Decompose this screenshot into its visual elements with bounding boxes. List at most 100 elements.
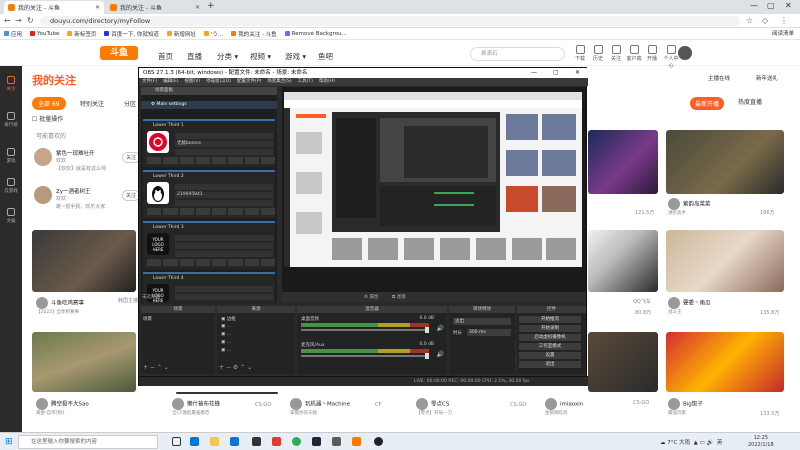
bookmark-item[interactable]: YouTube (30, 31, 59, 37)
stream-thumbnail[interactable] (32, 332, 136, 392)
subtab-all[interactable]: 全部 69 (32, 97, 66, 110)
reading-list[interactable]: 阅读清单 (772, 29, 794, 37)
douyu-icon[interactable] (352, 437, 361, 446)
avatar[interactable] (678, 46, 692, 60)
nav-home[interactable]: 首页 (158, 51, 173, 62)
menu-view[interactable]: 视图(V) (184, 78, 200, 86)
speaker-icon[interactable]: 🔊 (437, 351, 444, 358)
bookmark-item[interactable]: Remove Backgrou... (284, 31, 347, 37)
browser-tab-1[interactable]: 我的关注 - 斗鱼 ✕ (4, 1, 104, 14)
header-broadcast[interactable]: 开播 (644, 45, 660, 62)
text-field[interactable] (175, 133, 273, 139)
source-item[interactable]: ▣ … (221, 324, 231, 329)
new-tab-button[interactable]: + (207, 1, 215, 11)
stream-card-meta[interactable]: 斗鱼吃鸡赛事 【2022】全体积赛事 (36, 297, 84, 315)
sidebar-item-rank[interactable]: 排行榜 (0, 112, 22, 128)
maximize-icon[interactable]: ▢ (553, 68, 559, 78)
batch-operation-button[interactable]: ☐ 批量操作 (32, 114, 63, 123)
app-icon[interactable] (332, 437, 341, 446)
app-icon[interactable] (190, 437, 199, 446)
menu-tools[interactable]: 工具(T) (298, 78, 313, 86)
online-toggle[interactable]: 主播在线 (708, 74, 730, 82)
lower-third-buttons[interactable] (147, 259, 275, 266)
lower-third-panel[interactable]: Lower Third 1 无敌bossss (143, 119, 275, 167)
exit-button[interactable]: 退出 (519, 361, 581, 368)
stream-card-meta[interactable]: imiaoxin 金银铜吃鸡 (545, 398, 583, 416)
source-item[interactable]: ▣ 边框 (221, 316, 236, 322)
sort-latest-button[interactable]: 最新开播 (690, 97, 725, 110)
maximize-icon[interactable]: ▢ (767, 1, 775, 10)
sidebar-item-follow[interactable]: 关注 (0, 76, 22, 92)
subtab-special[interactable]: 特别关注 (74, 97, 110, 110)
menu-docks[interactable]: 停靠窗口(D) (206, 78, 231, 86)
star-icon[interactable]: ☆ (746, 16, 753, 25)
netease-music-icon[interactable] (272, 437, 281, 446)
header-download[interactable]: 下载 (572, 45, 588, 62)
menu-profile[interactable]: 配置文件(P) (237, 78, 261, 86)
file-explorer-icon[interactable] (210, 437, 219, 446)
app-icon[interactable] (252, 437, 261, 446)
stream-thumbnail[interactable] (666, 230, 784, 292)
text-field[interactable] (175, 251, 273, 257)
lower-third-panel[interactable]: Lower Third 3 YOUR LOGO HERE (143, 221, 275, 269)
lower-third-panel[interactable]: Lower Third 2 219695841 (143, 170, 275, 218)
volume-knob[interactable] (425, 327, 429, 333)
weather-icon[interactable]: ☁ (660, 440, 666, 446)
menu-scene-collection[interactable]: 场景集合(S) (267, 78, 291, 86)
taskbar-clock[interactable]: 12:25 2022/1/18 (748, 435, 774, 449)
minimize-icon[interactable]: — (531, 68, 537, 78)
bookmark-item[interactable]: 应用 (4, 30, 22, 38)
chrome-icon[interactable] (292, 437, 301, 446)
main-settings-row[interactable]: ⚙ Main settings (141, 101, 277, 109)
ime-indicator[interactable]: 英 (717, 440, 723, 446)
studio-mode-button[interactable]: 工作室模式 (519, 343, 581, 350)
url-field[interactable]: douyu.com/directory/myFollow (40, 16, 740, 26)
source-item[interactable]: ▣ … (221, 348, 231, 353)
text-field[interactable] (175, 200, 273, 206)
header-profile[interactable]: 个人中心 (662, 45, 680, 69)
close-window-icon[interactable]: ✕ (785, 1, 792, 10)
text-field[interactable] (175, 149, 273, 155)
close-tab-icon[interactable]: ✕ (95, 4, 100, 11)
close-tab-icon[interactable]: ✕ (195, 4, 200, 11)
transition-select[interactable]: 淡出 (453, 318, 511, 325)
stream-thumbnail[interactable] (588, 332, 658, 392)
bookmark-item[interactable]: 我的关注 - 斗鱼 (231, 30, 277, 38)
menu-icon[interactable]: ⋮ (780, 16, 788, 25)
recommend-anchor[interactable]: 紫色一现难吐开 欢欢 【欢欢】就是有这么帅 关注 (34, 148, 141, 178)
duration-input[interactable]: 300 ms (467, 329, 511, 336)
text-field[interactable] (175, 235, 273, 241)
stream-card-meta[interactable]: 要委丶南瓜 战斗王 (668, 297, 711, 315)
bookmark-item[interactable]: 新标签页 (67, 30, 96, 38)
header-history[interactable]: 历史 (590, 45, 606, 62)
stream-card-meta[interactable]: 紫韵岛菜菜 进阶高手 (668, 198, 711, 216)
recommend-anchor[interactable]: Zy一酒者树王 欢欢 跳~悦手我、欢乐大家 关注 (34, 186, 141, 216)
text-field[interactable]: 无敌bossss (175, 141, 273, 147)
stream-thumbnail[interactable] (176, 392, 278, 394)
weather-text[interactable]: 7°C 大雨 (667, 440, 690, 446)
nav-fishbar[interactable]: 鱼吧 (318, 51, 333, 62)
reload-icon[interactable]: ↻ (27, 16, 34, 25)
steam-icon[interactable] (312, 437, 321, 446)
bookmark-item[interactable]: 新增网址 (166, 30, 196, 38)
text-field[interactable] (175, 243, 273, 249)
menu-file[interactable]: 文件(F) (142, 78, 157, 86)
source-item[interactable]: ▣ … (221, 332, 231, 337)
taskbar-search-input[interactable]: 在这里输入你要搜索的内容 (18, 435, 158, 449)
edge-icon[interactable] (230, 437, 239, 446)
lower-third-buttons[interactable] (147, 208, 275, 215)
stream-thumbnail[interactable] (32, 230, 136, 292)
stream-card-meta[interactable]: 懒什被布花蜂 全CF激起最强模范 (172, 398, 220, 416)
windows-start-icon[interactable]: ⊞ (5, 437, 13, 447)
obs-icon[interactable] (374, 437, 383, 446)
douyu-logo[interactable]: 斗鱼 (100, 46, 138, 60)
start-recording-button[interactable]: 开始录制 (519, 325, 581, 332)
virtual-camera-button[interactable]: 启动虚拟摄像机 (519, 334, 581, 341)
stream-thumbnail[interactable] (666, 130, 784, 194)
header-follow[interactable]: 关注 (608, 45, 624, 62)
text-field[interactable] (175, 184, 273, 190)
speaker-icon[interactable]: 🔊 (437, 325, 444, 332)
volume-slider[interactable] (301, 355, 429, 357)
extensions-icon[interactable]: ◇ (762, 16, 768, 25)
stream-card-meta[interactable]: 腾空极不大Sao 黄金-自带顶好 (36, 398, 89, 416)
